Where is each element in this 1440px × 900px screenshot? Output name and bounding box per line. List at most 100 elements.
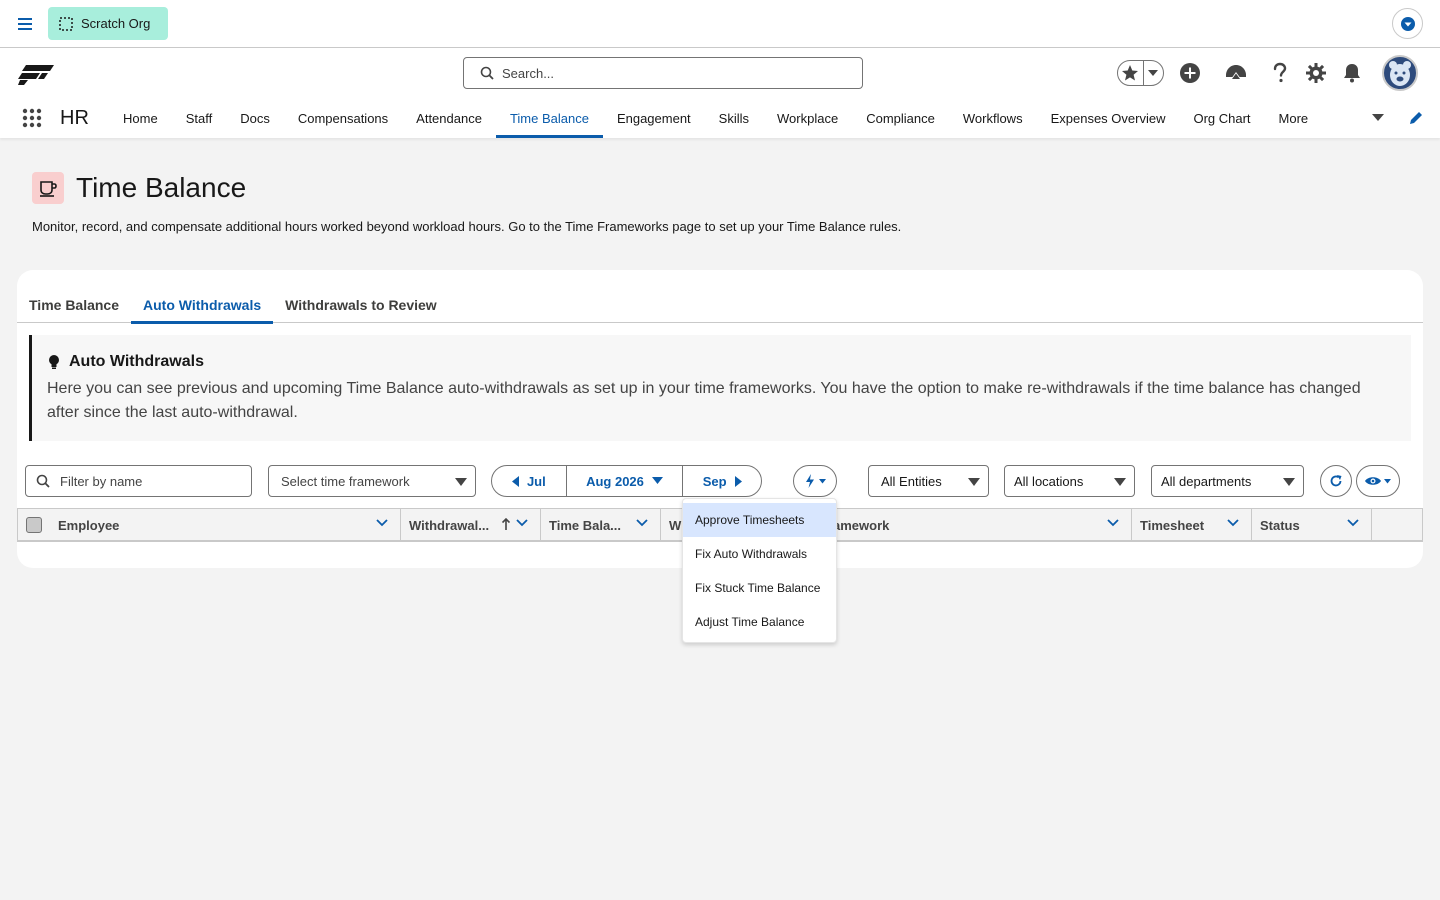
scratch-org-icon	[59, 16, 73, 31]
nav-item-time-balance[interactable]: Time Balance	[495, 98, 603, 138]
chevron-down-icon[interactable]	[516, 519, 528, 527]
app-launcher-icon[interactable]	[22, 108, 42, 128]
filter-by-name-placeholder: Filter by name	[60, 473, 143, 489]
view-options-button[interactable]	[1356, 465, 1400, 497]
nav-item-expenses-overview[interactable]: Expenses Overview	[1037, 98, 1180, 138]
chevron-down-icon[interactable]	[1227, 519, 1239, 527]
info-panel: Auto Withdrawals Here you can see previo…	[29, 335, 1411, 441]
chevron-down-icon[interactable]	[1347, 519, 1359, 527]
refresh-button[interactable]	[1320, 465, 1352, 497]
tab-auto-withdrawals[interactable]: Auto Withdrawals	[131, 286, 274, 324]
month-navigator: Jul Aug 2026 Sep	[491, 465, 762, 497]
help-icon[interactable]	[1268, 61, 1292, 85]
chevron-down-icon[interactable]	[1107, 519, 1119, 527]
chevron-down-icon	[455, 477, 467, 487]
column-time-balance[interactable]: Time Bala...	[541, 509, 661, 541]
nav-item-home[interactable]: Home	[109, 98, 172, 138]
menu-item-fix-auto-withdrawals[interactable]: Fix Auto Withdrawals	[683, 537, 836, 571]
edit-nav-pencil-icon[interactable]	[1408, 110, 1424, 126]
notifications-bell-icon[interactable]	[1340, 61, 1364, 85]
more-dropdown-icon[interactable]	[1372, 112, 1384, 122]
trailhead-icon[interactable]	[1224, 61, 1248, 85]
next-month-label: Sep	[702, 473, 727, 489]
global-header: Search...	[0, 48, 1440, 98]
prev-month-label: Jul	[526, 473, 546, 489]
nav-item-more[interactable]: More	[1265, 98, 1323, 138]
search-icon	[36, 474, 50, 488]
chevron-down-icon[interactable]	[376, 519, 388, 527]
current-month-select[interactable]: Aug 2026	[567, 466, 683, 496]
column-time-balance-label: Time Bala...	[549, 517, 622, 533]
lightbulb-icon	[47, 354, 61, 370]
nav-item-docs[interactable]: Docs	[226, 98, 284, 138]
locations-select[interactable]: All locations	[1004, 465, 1135, 497]
nav-item-compensations[interactable]: Compensations	[284, 98, 402, 138]
page-cup-icon	[32, 172, 64, 204]
top-dropdown-button[interactable]	[1392, 8, 1423, 39]
page-title: Time Balance	[76, 172, 247, 203]
search-placeholder: Search...	[502, 65, 555, 81]
column-timesheet[interactable]: Timesheet	[1132, 509, 1252, 541]
nav-item-compliance[interactable]: Compliance	[852, 98, 949, 138]
nav-item-workplace[interactable]: Workplace	[763, 98, 852, 138]
quick-actions-button[interactable]	[793, 465, 837, 497]
chevron-down-icon	[1400, 16, 1415, 31]
chevron-down-icon[interactable]	[636, 519, 648, 527]
nav-item-skills[interactable]: Skills	[705, 98, 763, 138]
column-employee-label: Employee	[58, 517, 120, 533]
chevron-right-icon	[734, 475, 742, 487]
departments-select[interactable]: All departments	[1151, 465, 1304, 497]
next-month-button[interactable]: Sep	[683, 466, 761, 496]
favorites-control[interactable]	[1117, 60, 1164, 86]
nav-item-staff[interactable]: Staff	[172, 98, 227, 138]
global-search-input[interactable]: Search...	[463, 57, 863, 89]
quick-actions-menu: Approve Timesheets Fix Auto Withdrawals …	[682, 498, 837, 643]
info-title: Auto Withdrawals	[69, 353, 204, 370]
app-navigation-bar: HR Home Staff Docs Compensations Attenda…	[0, 98, 1440, 138]
menu-item-fix-stuck-time-balance[interactable]: Fix Stuck Time Balance	[683, 571, 836, 605]
user-avatar[interactable]	[1382, 55, 1418, 91]
time-framework-select[interactable]: Select time framework	[268, 465, 476, 497]
star-icon[interactable]	[1118, 64, 1143, 82]
add-icon[interactable]	[1178, 61, 1202, 85]
eye-icon	[1365, 476, 1381, 486]
nav-item-attendance[interactable]: Attendance	[402, 98, 496, 138]
chevron-down-icon	[1114, 477, 1126, 487]
departments-value: All departments	[1161, 473, 1252, 489]
chevron-left-icon	[511, 475, 519, 487]
chevron-down-icon	[1283, 477, 1295, 487]
chevron-down-icon	[968, 477, 980, 487]
hamburger-menu-icon[interactable]	[14, 13, 36, 35]
app-logo-icon	[18, 61, 54, 85]
column-status[interactable]: Status	[1252, 509, 1372, 541]
favorites-dropdown-icon[interactable]	[1144, 69, 1163, 77]
menu-item-adjust-time-balance[interactable]: Adjust Time Balance	[683, 605, 836, 639]
tab-bar: Time Balance Auto Withdrawals Withdrawal…	[17, 286, 1423, 324]
refresh-icon	[1329, 474, 1343, 488]
locations-value: All locations	[1014, 473, 1084, 489]
filter-by-name-input[interactable]: Filter by name	[25, 465, 252, 497]
chevron-down-icon	[818, 478, 826, 484]
tab-withdrawals-to-review[interactable]: Withdrawals to Review	[273, 286, 449, 323]
app-name: HR	[60, 107, 89, 129]
nav-item-workflows[interactable]: Workflows	[949, 98, 1037, 138]
nav-item-engagement[interactable]: Engagement	[603, 98, 705, 138]
select-all-checkbox[interactable]	[26, 517, 42, 533]
top-bar: Scratch Org	[0, 0, 1440, 48]
current-month-label: Aug 2026	[586, 473, 644, 489]
nav-item-org-chart[interactable]: Org Chart	[1179, 98, 1264, 138]
page-description: Monitor, record, and compensate addition…	[32, 219, 902, 234]
search-icon	[480, 66, 494, 80]
column-withdrawal[interactable]: Withdrawal...	[401, 509, 541, 541]
column-framework-label: amework	[833, 518, 890, 533]
gear-icon[interactable]	[1304, 61, 1328, 85]
prev-month-button[interactable]: Jul	[492, 466, 566, 496]
menu-item-approve-timesheets[interactable]: Approve Timesheets	[683, 503, 836, 537]
scratch-org-badge[interactable]: Scratch Org	[48, 7, 168, 40]
tab-time-balance[interactable]: Time Balance	[17, 286, 131, 323]
entities-select[interactable]: All Entities	[868, 465, 989, 497]
column-partial-label: W	[669, 517, 682, 533]
column-withdrawal-label: Withdrawal...	[409, 517, 490, 533]
nav-items: Home Staff Docs Compensations Attendance…	[109, 98, 1322, 138]
column-employee[interactable]: Employee	[18, 509, 401, 541]
